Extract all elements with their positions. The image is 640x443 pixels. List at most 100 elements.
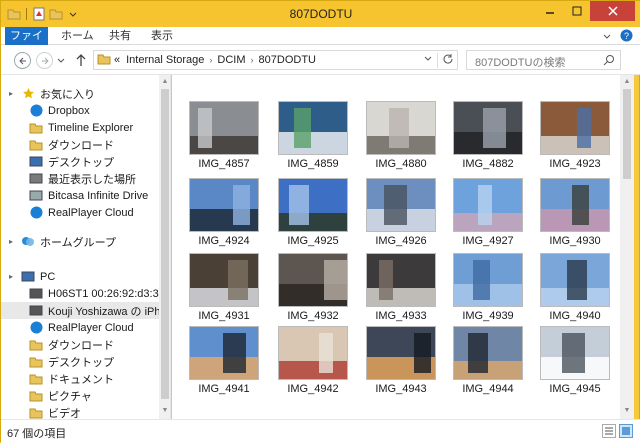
search-box[interactable]: 807DODTUの検索 [466, 50, 621, 70]
desktop-folder-icon [29, 355, 43, 368]
nav-item[interactable]: 最近表示した場所 [1, 170, 136, 187]
up-button[interactable] [75, 53, 87, 70]
nav-item[interactable]: H06ST1 00:26:92:d3:39 [1, 285, 165, 302]
nav-item[interactable]: Dropbox [1, 102, 90, 119]
file-tile[interactable]: IMG_4940 [538, 252, 612, 326]
nav-scrollbar[interactable]: ▲ ▼ [159, 75, 170, 419]
tab-file[interactable]: ファイル [5, 27, 48, 60]
file-tile[interactable]: IMG_4941 [187, 325, 261, 399]
file-tile[interactable]: IMG_4933 [364, 252, 438, 326]
file-name: IMG_4933 [375, 310, 427, 322]
nav-item[interactable]: RealPlayer Cloud [1, 204, 134, 221]
scroll-up-arrow-icon[interactable]: ▲ [161, 78, 169, 86]
nav-scrollbar-thumb[interactable] [161, 89, 169, 399]
tab-share[interactable]: 共有 [109, 27, 131, 45]
address-bar[interactable]: « Internal Storage › DCIM › 807DODTU [93, 50, 458, 70]
file-list: IMG_4857 IMG_4859 IMG_4880 IMG_4882 IMG_4923… [172, 75, 620, 419]
file-tile[interactable]: IMG_4939 [451, 252, 525, 326]
photo-thumbnail [453, 253, 523, 307]
close-button[interactable] [590, 1, 635, 21]
nav-item[interactable]: ダウンロード [1, 336, 114, 353]
nav-item[interactable]: PC ▸ [1, 268, 55, 285]
expand-chevron-icon[interactable]: ▸ [9, 237, 13, 246]
details-view-button[interactable] [602, 424, 616, 438]
nav-item[interactable]: Bitcasa Infinite Drive [1, 187, 148, 204]
breadcrumb-807dodtu[interactable]: 807DODTU [256, 54, 319, 66]
nav-item[interactable]: ダウンロード [1, 136, 114, 153]
realplayer-icon [29, 321, 43, 334]
file-tile[interactable]: IMG_4882 [451, 100, 525, 174]
search-input[interactable]: 807DODTUの検索 [475, 54, 565, 70]
file-tile[interactable]: IMG_4926 [364, 177, 438, 251]
nav-item[interactable]: Timeline Explorer [1, 119, 133, 136]
nav-item[interactable]: お気に入り ▸ [1, 85, 95, 102]
breadcrumb-overflow[interactable]: « [111, 54, 123, 66]
download-folder-icon [29, 338, 43, 351]
content-scrollbar-thumb[interactable] [623, 89, 631, 179]
recent-locations-icon[interactable] [57, 56, 65, 68]
file-tile[interactable]: IMG_4943 [364, 325, 438, 399]
file-tile[interactable]: IMG_4925 [276, 177, 350, 251]
svg-text:?: ? [624, 31, 629, 41]
tab-home[interactable]: ホーム [61, 27, 94, 45]
nav-item[interactable]: RealPlayer Cloud [1, 319, 134, 336]
expand-chevron-icon[interactable]: ▸ [9, 272, 13, 281]
breadcrumb-dcim[interactable]: DCIM [214, 54, 248, 66]
forward-button[interactable] [36, 52, 53, 69]
breadcrumb-separator-icon[interactable]: › [207, 55, 214, 65]
breadcrumb-internal-storage[interactable]: Internal Storage [123, 54, 207, 66]
nav-item[interactable]: ビデオ [1, 404, 81, 419]
file-tile[interactable]: IMG_4942 [276, 325, 350, 399]
file-tile[interactable]: IMG_4930 [538, 177, 612, 251]
file-tile[interactable]: IMG_4927 [451, 177, 525, 251]
file-tile[interactable]: IMG_4931 [187, 252, 261, 326]
file-tile[interactable]: IMG_4944 [451, 325, 525, 399]
address-row: « Internal Storage › DCIM › 807DODTU 807… [1, 45, 640, 75]
large-icons-view-button[interactable] [619, 424, 633, 438]
photo-thumbnail [453, 326, 523, 380]
expand-ribbon-icon[interactable] [602, 31, 612, 44]
file-name: IMG_4930 [549, 235, 601, 247]
file-tile[interactable]: IMG_4945 [538, 325, 612, 399]
scroll-up-arrow-icon[interactable]: ▲ [623, 78, 631, 86]
file-name: IMG_4939 [462, 310, 514, 322]
file-tile[interactable]: IMG_4924 [187, 177, 261, 251]
nav-item-label: Timeline Explorer [48, 121, 134, 134]
nav-item[interactable]: ピクチャ [1, 387, 92, 404]
file-tile[interactable]: IMG_4932 [276, 252, 350, 326]
photo-thumbnail [366, 101, 436, 155]
refresh-icon[interactable] [437, 52, 457, 68]
nav-item-label: お気に入り [40, 88, 95, 101]
nav-item[interactable]: デスクトップ [1, 153, 114, 170]
file-tile[interactable]: IMG_4857 [187, 100, 261, 174]
photo-thumbnail [189, 178, 259, 232]
search-icon[interactable] [603, 54, 615, 69]
folder-icon [29, 121, 43, 134]
nav-item[interactable]: Kouji Yoshizawa の iPhone [1, 302, 170, 319]
tab-view[interactable]: 表示 [151, 27, 173, 45]
file-tile[interactable]: IMG_4859 [276, 100, 350, 174]
help-icon[interactable]: ? [620, 29, 633, 45]
nav-item-label: PC [40, 270, 56, 283]
address-dropdown-icon[interactable] [419, 54, 437, 66]
nav-item[interactable]: ホームグループ ▸ [1, 233, 116, 250]
file-tile[interactable]: IMG_4880 [364, 100, 438, 174]
videos-folder-icon [29, 406, 43, 419]
back-button[interactable] [14, 52, 31, 69]
scroll-down-arrow-icon[interactable]: ▼ [161, 407, 169, 415]
expand-chevron-icon[interactable]: ▸ [9, 89, 13, 98]
explorer-window: 807DODTU ファイル ホーム 共有 表示 ? [0, 0, 640, 443]
maximize-button[interactable] [563, 1, 590, 21]
photo-thumbnail [189, 101, 259, 155]
file-tile[interactable]: IMG_4923 [538, 100, 612, 174]
breadcrumb-separator-icon[interactable]: › [249, 55, 256, 65]
nav-item-label: ドキュメント [48, 373, 114, 386]
nav-item-label: ホームグループ [40, 236, 117, 249]
file-name: IMG_4927 [462, 235, 514, 247]
content-scrollbar[interactable]: ▲ ▼ [620, 75, 634, 419]
file-name: IMG_4882 [462, 158, 514, 170]
nav-item[interactable]: デスクトップ [1, 353, 114, 370]
minimize-button[interactable] [536, 1, 563, 21]
nav-item[interactable]: ドキュメント [1, 370, 114, 387]
scroll-down-arrow-icon[interactable]: ▼ [623, 407, 631, 415]
